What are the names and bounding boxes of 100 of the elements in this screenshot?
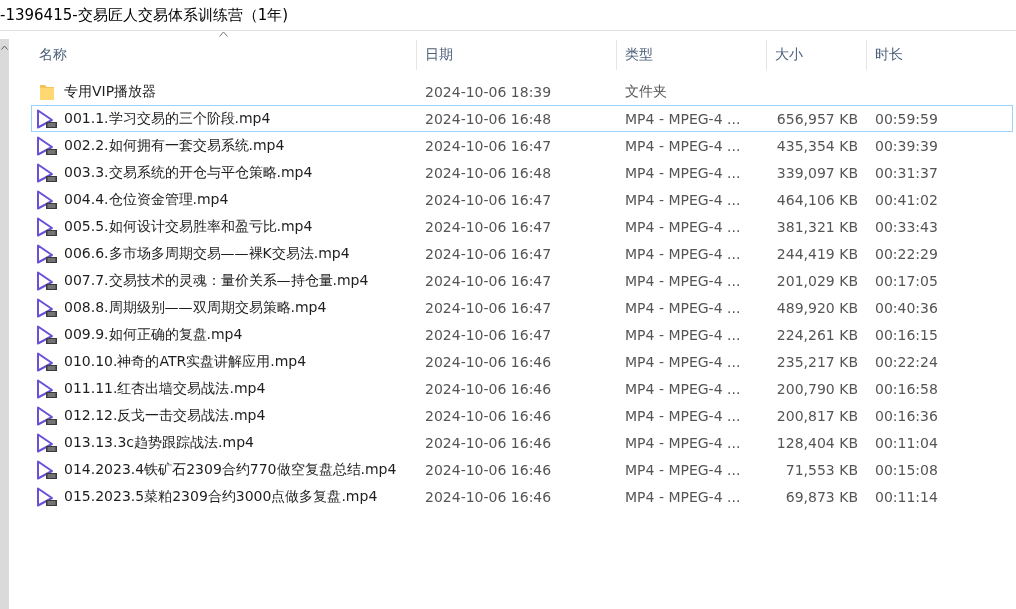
file-row[interactable]: 010.10.神奇的ATR实盘讲解应用.mp4 2024-10-06 16:46 MP4 - MPEG-4 ... 235,217 KB 00:22:24 <box>31 348 1013 375</box>
date-text: 2024-10-06 16:47 <box>425 326 552 343</box>
size-text: 464,106 KB <box>776 191 858 208</box>
size-text: 200,817 KB <box>776 407 858 424</box>
duration-text: 00:22:29 <box>875 245 938 262</box>
video-file-icon <box>36 216 58 237</box>
duration-text: 00:11:04 <box>875 434 938 451</box>
size-text: 381,321 KB <box>776 218 858 235</box>
date-text: 2024-10-06 16:46 <box>425 407 552 424</box>
date-text: 2024-10-06 16:46 <box>425 434 552 451</box>
type-text: MP4 - MPEG-4 ... <box>625 218 741 235</box>
duration-text: 00:16:58 <box>875 380 938 397</box>
file-row[interactable]: 006.6.多市场多周期交易——裸K交易法.mp4 2024-10-06 16:47 MP4 - MPEG-4 ... 244,419 KB 00:22:29 <box>31 240 1013 267</box>
file-name: 013.13.3c趋势跟踪战法.mp4 <box>64 433 254 452</box>
duration-text: 00:16:36 <box>875 407 938 424</box>
type-text: MP4 - MPEG-4 ... <box>625 326 741 343</box>
type-text: MP4 - MPEG-4 ... <box>625 137 741 154</box>
file-row[interactable]: 004.4.仓位资金管理.mp4 2024-10-06 16:47 MP4 - MPEG-4 ... 464,106 KB 00:41:02 <box>31 186 1013 213</box>
type-text: MP4 - MPEG-4 ... <box>625 272 741 289</box>
size-text: 244,419 KB <box>776 245 858 262</box>
file-name: 005.5.如何设计交易胜率和盈亏比.mp4 <box>64 217 313 236</box>
date-text: 2024-10-06 16:47 <box>425 191 552 208</box>
file-name: 004.4.仓位资金管理.mp4 <box>64 190 229 209</box>
type-text: MP4 - MPEG-4 ... <box>625 407 741 424</box>
file-row[interactable]: 013.13.3c趋势跟踪战法.mp4 2024-10-06 16:46 MP4 - MPEG-4 ... 128,404 KB 00:11:04 <box>31 429 1013 456</box>
size-text: 235,217 KB <box>776 353 858 370</box>
video-file-icon <box>36 270 58 291</box>
duration-text: 00:41:02 <box>875 191 938 208</box>
type-text: MP4 - MPEG-4 ... <box>625 245 741 262</box>
duration-text: 00:11:14 <box>875 488 938 505</box>
video-file-icon <box>36 324 58 345</box>
file-name: 003.3.交易系统的开仓与平仓策略.mp4 <box>64 163 313 182</box>
duration-text: 00:15:08 <box>875 461 938 478</box>
duration-text: 00:59:59 <box>875 110 938 127</box>
video-file-icon <box>36 378 58 399</box>
file-row[interactable]: 005.5.如何设计交易胜率和盈亏比.mp4 2024-10-06 16:47 MP4 - MPEG-4 ... 381,321 KB 00:33:43 <box>31 213 1013 240</box>
file-row[interactable]: 专用VIP播放器 2024-10-06 18:39 文件夹 <box>31 78 1013 105</box>
duration-text: 00:17:05 <box>875 272 938 289</box>
column-header[interactable]: 类型 <box>617 42 661 68</box>
size-text: 339,097 KB <box>776 164 858 181</box>
date-text: 2024-10-06 16:47 <box>425 137 552 154</box>
file-row[interactable]: 003.3.交易系统的开仓与平仓策略.mp4 2024-10-06 16:48 MP4 - MPEG-4 ... 339,097 KB 00:31:37 <box>31 159 1013 186</box>
scroll-up-icon[interactable] <box>1 45 8 50</box>
type-text: MP4 - MPEG-4 ... <box>625 353 741 370</box>
file-name: 008.8.周期级别——双周期交易策略.mp4 <box>64 298 327 317</box>
file-row[interactable]: 015.2023.5菜粕2309合约3000点做多复盘.mp4 2024-10-06 16:46 MP4 - MPEG-4 ... 69,873 KB 00:11:14 <box>31 483 1013 510</box>
size-text: 224,261 KB <box>776 326 858 343</box>
size-text: 71,553 KB <box>785 461 858 478</box>
date-text: 2024-10-06 16:47 <box>425 218 552 235</box>
video-file-icon <box>36 351 58 372</box>
file-name: 006.6.多市场多周期交易——裸K交易法.mp4 <box>64 244 350 263</box>
file-row[interactable]: 011.11.红杏出墙交易战法.mp4 2024-10-06 16:46 MP4 - MPEG-4 ... 200,790 KB 00:16:58 <box>31 375 1013 402</box>
file-row[interactable]: 001.1.学习交易的三个阶段.mp4 2024-10-06 16:48 MP4 - MPEG-4 ... 656,957 KB 00:59:59 <box>31 105 1013 132</box>
date-text: 2024-10-06 18:39 <box>425 83 552 100</box>
size-text: 128,404 KB <box>776 434 858 451</box>
type-text: MP4 - MPEG-4 ... <box>625 488 741 505</box>
duration-text: 00:16:15 <box>875 326 938 343</box>
file-name: 011.11.红杏出墙交易战法.mp4 <box>64 379 266 398</box>
type-text: MP4 - MPEG-4 ... <box>625 461 741 478</box>
file-row[interactable]: 014.2023.4铁矿石2309合约770做空复盘总结.mp4 2024-10-06 16:46 MP4 - MPEG-4 ... 71,553 KB 00:15:08 <box>31 456 1013 483</box>
video-file-icon <box>36 486 58 507</box>
video-file-icon <box>36 432 58 453</box>
folder-icon <box>39 82 55 101</box>
window-title: -1396415-交易匠人交易体系训练营（1年) <box>0 5 289 25</box>
size-text: 489,920 KB <box>776 299 858 316</box>
date-text: 2024-10-06 16:46 <box>425 488 552 505</box>
video-file-icon <box>36 297 58 318</box>
type-text: MP4 - MPEG-4 ... <box>625 191 741 208</box>
file-row[interactable]: 002.2.如何拥有一套交易系统.mp4 2024-10-06 16:47 MP4 - MPEG-4 ... 435,354 KB 00:39:39 <box>31 132 1013 159</box>
column-header[interactable]: 大小 <box>767 42 811 68</box>
file-row[interactable]: 012.12.反戈一击交易战法.mp4 2024-10-06 16:46 MP4 - MPEG-4 ... 200,817 KB 00:16:36 <box>31 402 1013 429</box>
size-text: 201,029 KB <box>776 272 858 289</box>
size-text: 200,790 KB <box>776 380 858 397</box>
type-text: MP4 - MPEG-4 ... <box>625 380 741 397</box>
scrollbar[interactable] <box>0 39 9 609</box>
size-text: 656,957 KB <box>776 110 858 127</box>
type-text: MP4 - MPEG-4 ... <box>625 164 741 181</box>
file-name: 009.9.如何正确的复盘.mp4 <box>64 325 243 344</box>
duration-text: 00:22:24 <box>875 353 938 370</box>
duration-text: 00:40:36 <box>875 299 938 316</box>
file-row[interactable]: 009.9.如何正确的复盘.mp4 2024-10-06 16:47 MP4 - MPEG-4 ... 224,261 KB 00:16:15 <box>31 321 1013 348</box>
file-name: 专用VIP播放器 <box>64 82 157 101</box>
type-text: 文件夹 <box>625 82 667 99</box>
column-header[interactable]: 日期 <box>417 42 461 68</box>
type-text: MP4 - MPEG-4 ... <box>625 299 741 316</box>
column-header[interactable]: 时长 <box>867 42 911 68</box>
column-header[interactable]: 名称 <box>31 42 75 68</box>
date-text: 2024-10-06 16:48 <box>425 164 552 181</box>
duration-text: 00:33:43 <box>875 218 938 235</box>
date-text: 2024-10-06 16:47 <box>425 245 552 262</box>
video-file-icon <box>36 108 58 129</box>
file-name: 014.2023.4铁矿石2309合约770做空复盘总结.mp4 <box>64 460 397 479</box>
type-text: MP4 - MPEG-4 ... <box>625 110 741 127</box>
date-text: 2024-10-06 16:48 <box>425 110 552 127</box>
file-name: 001.1.学习交易的三个阶段.mp4 <box>64 109 271 128</box>
date-text: 2024-10-06 16:46 <box>425 380 552 397</box>
file-row[interactable]: 008.8.周期级别——双周期交易策略.mp4 2024-10-06 16:47 MP4 - MPEG-4 ... 489,920 KB 00:40:36 <box>31 294 1013 321</box>
file-name: 012.12.反戈一击交易战法.mp4 <box>64 406 266 425</box>
video-file-icon <box>36 162 58 183</box>
file-row[interactable]: 007.7.交易技术的灵魂：量价关系—持仓量.mp4 2024-10-06 16:47 MP4 - MPEG-4 ... 201,029 KB 00:17:05 <box>31 267 1013 294</box>
